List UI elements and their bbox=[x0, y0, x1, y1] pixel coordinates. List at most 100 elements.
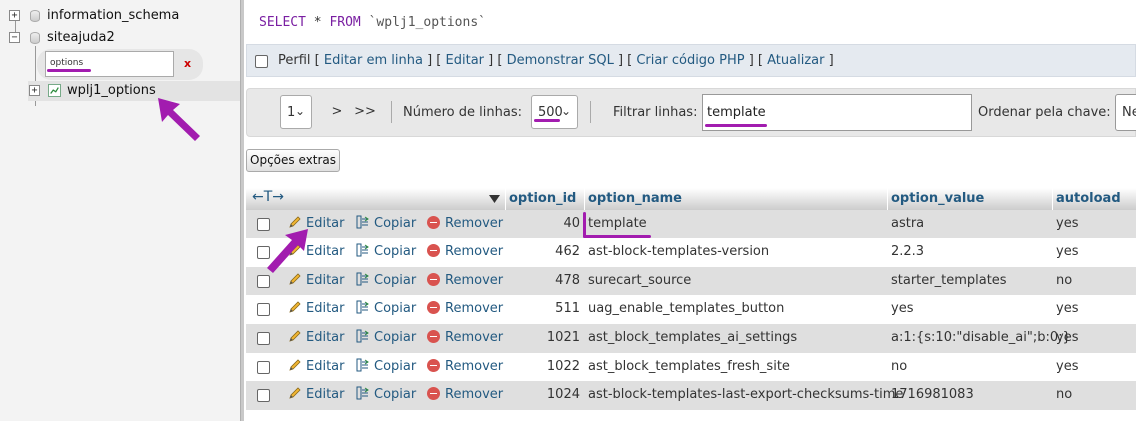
edit-row-button[interactable]: Editar bbox=[288, 353, 345, 382]
cell-autoload[interactable]: no bbox=[1056, 381, 1072, 410]
copy-row-button[interactable]: Copiar bbox=[356, 238, 416, 267]
copy-icon bbox=[356, 358, 369, 372]
clear-filter-button[interactable]: x bbox=[184, 57, 191, 70]
cell-option-name[interactable]: ast-block-templates-last-export-checksum… bbox=[588, 381, 903, 410]
cell-option-name[interactable]: surecart_source bbox=[588, 267, 691, 296]
row-checkbox[interactable] bbox=[257, 361, 270, 374]
column-menu-icon[interactable] bbox=[489, 195, 500, 203]
next-page-button[interactable]: > bbox=[324, 97, 350, 127]
nav-db-information-schema[interactable]: information_schema bbox=[47, 8, 179, 23]
edit-row-button[interactable]: Editar bbox=[288, 324, 345, 353]
delete-icon bbox=[427, 387, 440, 400]
delete-row-button[interactable]: Remover bbox=[427, 210, 503, 239]
extra-options-button[interactable]: Opções extras bbox=[246, 149, 340, 172]
separator bbox=[590, 101, 591, 123]
rows-count-label: Número de linhas: bbox=[403, 105, 522, 120]
delete-row-button[interactable]: Remover bbox=[427, 267, 503, 296]
cell-autoload[interactable]: yes bbox=[1056, 353, 1078, 382]
cell-autoload[interactable]: yes bbox=[1056, 210, 1078, 239]
table-row: Editar Copiar Remover 462 ast-block-template… bbox=[246, 238, 1136, 267]
cell-option-id[interactable]: 1022 bbox=[505, 353, 580, 382]
cell-option-value[interactable]: astra bbox=[891, 210, 924, 239]
table-row: Editar Copiar Remover 40 template astra yes bbox=[246, 210, 1136, 239]
delete-row-button[interactable]: Remover bbox=[427, 324, 503, 353]
edit-label: Editar bbox=[306, 387, 345, 402]
cell-option-value[interactable]: a:1:{s:10:"disable_ai";b:0;} bbox=[891, 324, 1071, 353]
nav-db-siteajuda2[interactable]: siteajuda2 bbox=[47, 30, 115, 45]
row-checkbox[interactable] bbox=[257, 332, 270, 345]
pencil-icon bbox=[289, 387, 301, 399]
column-header-option-id[interactable]: option_id bbox=[505, 188, 576, 210]
cell-option-id[interactable]: 478 bbox=[505, 267, 580, 296]
sql-star: * bbox=[313, 15, 322, 30]
copy-label: Copiar bbox=[374, 301, 417, 316]
order-by-key-select[interactable]: Ne bbox=[1115, 94, 1136, 131]
edit-query-link[interactable]: Editar bbox=[446, 53, 485, 68]
column-header-autoload[interactable]: autoload bbox=[1052, 188, 1121, 210]
table-filter-input[interactable]: options bbox=[45, 51, 174, 77]
table-row: Editar Copiar Remover 478 surecart_source sta… bbox=[246, 267, 1136, 296]
expand-icon[interactable]: + bbox=[29, 85, 40, 96]
cell-autoload[interactable]: yes bbox=[1056, 324, 1078, 353]
delete-row-button[interactable]: Remover bbox=[427, 353, 503, 382]
row-checkbox[interactable] bbox=[257, 303, 270, 316]
cell-autoload[interactable]: no bbox=[1056, 267, 1072, 296]
copy-row-button[interactable]: Copiar bbox=[356, 267, 416, 296]
cell-option-id[interactable]: 511 bbox=[505, 295, 580, 324]
cell-option-value[interactable]: starter_templates bbox=[891, 267, 1007, 296]
collapse-icon[interactable]: − bbox=[9, 32, 20, 43]
copy-row-button[interactable]: Copiar bbox=[356, 210, 416, 239]
copy-row-button[interactable]: Copiar bbox=[356, 381, 416, 410]
cell-option-id[interactable]: 462 bbox=[505, 238, 580, 267]
rows-count-value: 500 bbox=[538, 105, 563, 120]
delete-row-button[interactable]: Remover bbox=[427, 381, 503, 410]
sql-keyword-from: FROM bbox=[329, 15, 361, 30]
copy-row-button[interactable]: Copiar bbox=[356, 353, 416, 382]
cell-option-value[interactable]: no bbox=[891, 353, 907, 382]
table-structure-icon[interactable] bbox=[48, 84, 61, 97]
page-select[interactable]: 1 ⌄ bbox=[280, 95, 312, 129]
delete-row-button[interactable]: Remover bbox=[427, 238, 503, 267]
table-row: Editar Copiar Remover 1022 ast_block_templat… bbox=[246, 353, 1136, 382]
edit-row-button[interactable]: Editar bbox=[288, 381, 345, 410]
copy-label: Copiar bbox=[374, 359, 417, 374]
edit-row-button[interactable]: Editar bbox=[288, 295, 345, 324]
delete-label: Remover bbox=[445, 387, 504, 402]
rows-count-select[interactable]: 500 ⌄ bbox=[531, 95, 578, 129]
copy-row-button[interactable]: Copiar bbox=[356, 324, 416, 353]
cell-option-value[interactable]: 1716981083 bbox=[891, 381, 974, 410]
cell-option-value[interactable]: yes bbox=[891, 295, 913, 324]
cell-option-name[interactable]: ast-block-templates-version bbox=[588, 238, 769, 267]
column-header-option-value[interactable]: option_value bbox=[887, 188, 984, 210]
edit-inline-link[interactable]: Editar em linha bbox=[324, 53, 423, 68]
annotation-bracket bbox=[583, 235, 651, 238]
cell-option-value[interactable]: 2.2.3 bbox=[891, 238, 924, 267]
delete-label: Remover bbox=[445, 330, 504, 345]
copy-label: Copiar bbox=[374, 273, 417, 288]
copy-icon bbox=[356, 386, 369, 400]
nav-table-wplj1-options[interactable]: wplj1_options bbox=[67, 83, 156, 98]
create-php-code-link[interactable]: Criar código PHP bbox=[636, 53, 744, 68]
panel-resizer[interactable] bbox=[240, 0, 244, 421]
expand-icon[interactable]: + bbox=[9, 10, 20, 21]
row-checkbox[interactable] bbox=[257, 389, 270, 402]
refresh-link[interactable]: Atualizar bbox=[767, 53, 824, 68]
column-header-option-name[interactable]: option_name bbox=[584, 188, 682, 210]
cell-option-id[interactable]: 1024 bbox=[505, 381, 580, 410]
column-expand-arrows-icon[interactable]: ←T→ bbox=[252, 189, 284, 205]
cell-option-id[interactable]: 1021 bbox=[505, 324, 580, 353]
database-icon bbox=[30, 32, 40, 44]
cell-option-id[interactable]: 40 bbox=[505, 210, 580, 239]
copy-row-button[interactable]: Copiar bbox=[356, 295, 416, 324]
cell-autoload[interactable]: yes bbox=[1056, 295, 1078, 324]
profiling-checkbox[interactable] bbox=[255, 55, 268, 68]
copy-label: Copiar bbox=[374, 330, 417, 345]
cell-option-name[interactable]: ast_block_templates_ai_settings bbox=[588, 324, 797, 353]
delete-row-button[interactable]: Remover bbox=[427, 295, 503, 324]
explain-sql-link[interactable]: Demonstrar SQL bbox=[507, 53, 614, 68]
delete-label: Remover bbox=[445, 359, 504, 374]
last-page-button[interactable]: >> bbox=[352, 97, 378, 127]
cell-autoload[interactable]: yes bbox=[1056, 238, 1078, 267]
cell-option-name[interactable]: uag_enable_templates_button bbox=[588, 295, 784, 324]
cell-option-name[interactable]: ast_block_templates_fresh_site bbox=[588, 353, 790, 382]
